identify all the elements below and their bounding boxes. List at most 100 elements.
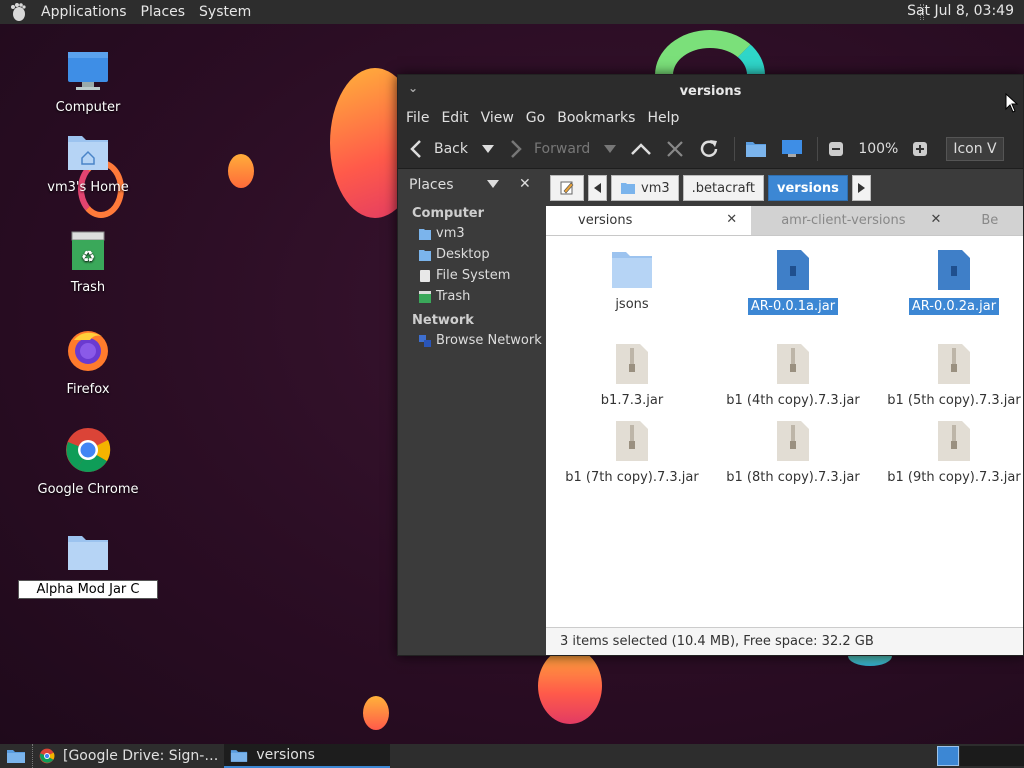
path-scroll-right[interactable] (851, 175, 871, 201)
path-segment-label: vm3 (641, 180, 670, 196)
folder-icon (231, 749, 248, 762)
menu-edit[interactable]: Edit (435, 110, 474, 126)
wallpaper-blob (538, 648, 602, 724)
file-item[interactable]: AR-0.0.2a.jar (874, 248, 1023, 315)
taskbar-item-google-drive[interactable]: [Google Drive: Sign-… (32, 744, 224, 768)
file-name: AR-0.0.2a.jar (908, 298, 1000, 315)
file-item[interactable]: b1 (9th copy).7.3.jar (874, 419, 1023, 486)
file-name: b1 (4th copy).7.3.jar (726, 393, 860, 408)
sidebar-header[interactable]: Places ✕ (398, 170, 546, 200)
menu-help[interactable]: Help (641, 110, 685, 126)
sidebar-item-trash[interactable]: Trash (398, 286, 546, 307)
triangle-down-icon (482, 144, 494, 153)
sidebar-item-file-system[interactable]: File System (398, 265, 546, 286)
file-item[interactable]: AR-0.0.1a.jar (713, 248, 873, 315)
triangle-left-icon (594, 183, 601, 193)
zoom-level: 100% (858, 141, 898, 157)
sidebar-item-label: File System (436, 268, 511, 283)
tab-versions[interactable]: versions ✕ (546, 206, 752, 235)
forward-button[interactable]: Forward (508, 139, 590, 159)
sidebar-item-desktop[interactable]: Desktop (398, 244, 546, 265)
tab-label: amr-client-versions (781, 213, 906, 228)
close-tab-icon[interactable]: ✕ (726, 212, 737, 227)
taskbar: [Google Drive: Sign-… versions (0, 744, 1024, 768)
back-history-dropdown[interactable] (482, 144, 494, 153)
desktop-icon-label: vm3's Home (47, 180, 129, 195)
close-tab-icon[interactable]: ✕ (930, 212, 941, 227)
sidebar-section-computer: Computer (412, 206, 485, 221)
toolbar-separator (734, 136, 736, 161)
stop-button[interactable] (666, 140, 684, 158)
menu-places[interactable]: Places (134, 4, 193, 20)
menu-bookmarks[interactable]: Bookmarks (551, 110, 641, 126)
forward-label: Forward (534, 140, 591, 157)
sidebar-item-label: vm3 (436, 226, 465, 241)
archive-file-icon (938, 344, 970, 384)
clock[interactable]: Sat Jul 8, 03:49 (907, 3, 1014, 19)
desktop-icon-chrome[interactable]: Google Chrome (18, 426, 158, 497)
file-item[interactable]: b1 (5th copy).7.3.jar (874, 342, 1023, 409)
computer-icon (68, 52, 108, 90)
workspace-1[interactable] (937, 746, 959, 766)
file-item[interactable]: jsons (552, 248, 712, 313)
chevron-left-icon (410, 139, 421, 158)
menu-go[interactable]: Go (520, 110, 551, 126)
back-button[interactable]: Back (408, 139, 468, 159)
desktop-icon-label[interactable]: Alpha Mod Jar C (18, 580, 158, 599)
window-titlebar[interactable]: ⌄ versions (398, 75, 1023, 107)
file-item[interactable]: b1.7.3.jar (552, 342, 712, 409)
trash-icon: ♻ (71, 231, 105, 270)
zoom-in-button[interactable] (912, 141, 928, 157)
sidebar-item-vm3[interactable]: vm3 (398, 223, 546, 244)
path-segment-vm3[interactable]: vm3 (611, 175, 679, 201)
mouse-pointer-icon (1005, 93, 1019, 113)
menu-applications[interactable]: Applications (34, 4, 134, 20)
menu-view[interactable]: View (475, 110, 520, 126)
desktop-icon-firefox[interactable]: Firefox (18, 326, 158, 397)
desktop-icon-home[interactable]: vm3's Home (18, 130, 158, 195)
taskbar-item-versions[interactable]: versions (224, 744, 391, 768)
home-folder-icon (621, 183, 635, 194)
folder-icon (7, 750, 25, 763)
path-segment-betacraft[interactable]: .betacraft (682, 175, 764, 201)
file-name: jsons (615, 297, 649, 312)
zoom-out-button[interactable] (828, 141, 844, 157)
desktop-icon-trash[interactable]: ♻ Trash (18, 230, 158, 295)
window-menu-icon[interactable]: ⌄ (408, 81, 418, 95)
location-toggle-button[interactable] (550, 175, 584, 201)
path-segment-versions[interactable]: versions (768, 175, 848, 201)
menu-system[interactable]: System (192, 4, 258, 20)
close-sidebar-icon[interactable]: ✕ (519, 176, 531, 192)
file-item[interactable]: b1 (8th copy).7.3.jar (713, 419, 873, 486)
sidebar: Places ✕ Computer vm3 Desktop File Syste… (398, 170, 546, 655)
workspace-2[interactable] (960, 746, 1024, 766)
file-manager-window[interactable]: ⌄ versions File Edit View Go Bookmarks H… (397, 74, 1024, 656)
gnome-foot-icon[interactable] (8, 2, 28, 22)
archive-file-icon (938, 421, 970, 461)
file-item[interactable]: b1 (7th copy).7.3.jar (552, 419, 712, 486)
desktop-icon-label: Computer (55, 100, 121, 115)
up-button[interactable] (630, 141, 652, 157)
network-icon (419, 334, 431, 347)
desktop-icon-computer[interactable]: Computer (18, 50, 158, 115)
reload-button[interactable] (698, 138, 720, 160)
triangle-down-icon[interactable] (487, 180, 499, 188)
top-panel: Applications Places System Sat Jul 8, 03… (0, 0, 1024, 24)
show-desktop-button[interactable] (0, 744, 32, 768)
zoom-out-icon (829, 141, 844, 156)
desktop-icon-alpha-mod-jar-c[interactable]: Alpha Mod Jar C (18, 530, 158, 599)
path-scroll-left[interactable] (588, 175, 607, 201)
view-mode-select[interactable]: Icon V (946, 136, 1004, 161)
tab-be[interactable]: Be (955, 206, 1023, 235)
home-button[interactable] (745, 140, 767, 158)
file-name: b1 (5th copy).7.3.jar (887, 393, 1021, 408)
forward-history-dropdown[interactable] (604, 144, 617, 153)
file-grid[interactable]: jsons AR-0.0.1a.jar AR-0.0.2a.jar b1.7.3… (546, 236, 1023, 636)
computer-button[interactable] (781, 139, 803, 159)
chrome-icon (39, 748, 55, 764)
file-name: AR-0.0.1a.jar (747, 298, 839, 315)
tab-amr-client-versions[interactable]: amr-client-versions ✕ (751, 206, 956, 235)
menu-file[interactable]: File (400, 110, 435, 126)
sidebar-item-browse-network[interactable]: Browse Network (398, 330, 546, 351)
file-item[interactable]: b1 (4th copy).7.3.jar (713, 342, 873, 409)
